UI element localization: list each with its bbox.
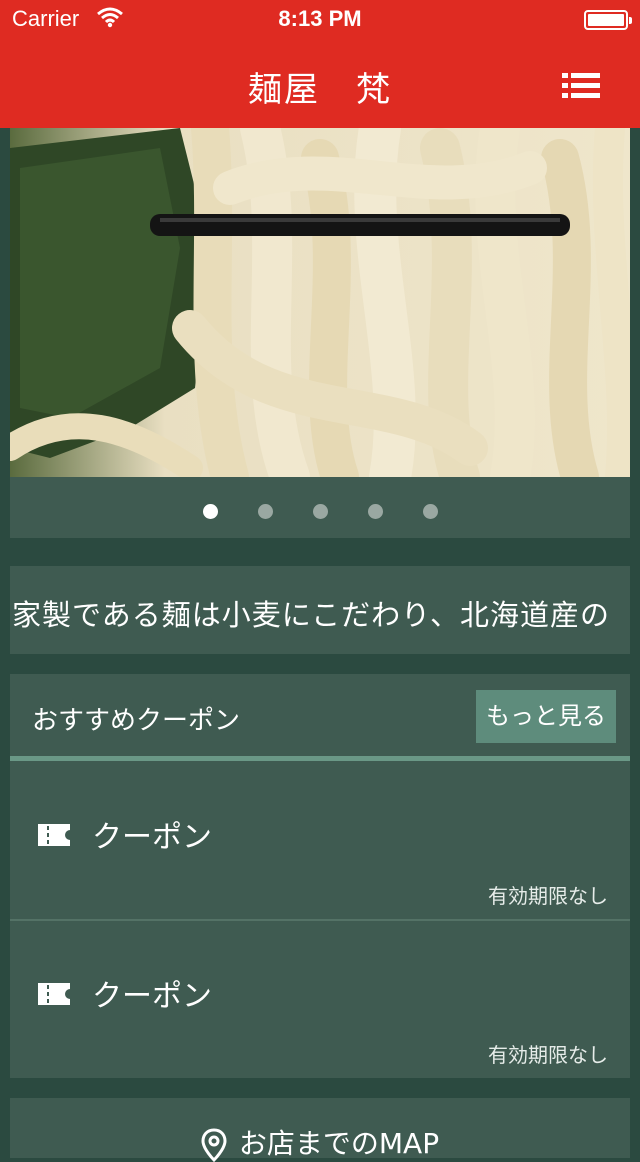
navigation-bar: 麺屋 梵 (0, 40, 640, 128)
coupon-expiry: 有効期限なし (488, 1043, 608, 1067)
see-more-button[interactable]: もっと見る (476, 690, 616, 743)
page-dot[interactable] (422, 504, 438, 519)
page-dot[interactable] (202, 504, 218, 519)
coupon-expiry: 有効期限なし (488, 884, 608, 908)
coupon-item[interactable]: クーポン 有効期限なし (10, 921, 630, 1077)
battery-icon (584, 10, 632, 30)
hero-carousel[interactable] (10, 128, 630, 538)
map-button[interactable]: お店までのMAP (10, 1098, 630, 1162)
page-title: 麺屋 梵 (248, 70, 392, 110)
ticket-icon (38, 824, 70, 846)
page-dot[interactable] (257, 504, 273, 519)
coupon-name: クーポン (92, 820, 212, 855)
ticket-icon (38, 983, 70, 1005)
status-bar: Carrier 8:13 PM (0, 0, 640, 40)
noodle-photo (10, 128, 630, 477)
map-label: お店までのMAP (238, 1127, 440, 1160)
list-menu-icon[interactable] (560, 70, 602, 102)
coupon-item[interactable]: クーポン 有効期限なし (10, 762, 630, 918)
intro-marquee: 家製である麺は小麦にこだわり、北海道産の (10, 566, 630, 654)
page-dot[interactable] (312, 504, 328, 519)
coupon-header: おすすめクーポン もっと見る (10, 674, 630, 756)
clock: 8:13 PM (278, 6, 362, 31)
location-pin-icon (201, 1128, 227, 1162)
page-indicator (10, 504, 630, 520)
intro-text: 家製である麺は小麦にこだわり、北海道産の (12, 598, 610, 632)
coupon-name: クーポン (92, 979, 212, 1014)
coupon-section: おすすめクーポン もっと見る クーポン 有効期限なし クーポン 有効期限なし (10, 674, 630, 1078)
divider (10, 756, 630, 761)
page-dot[interactable] (367, 504, 383, 519)
coupon-section-title: おすすめクーポン (32, 706, 241, 736)
